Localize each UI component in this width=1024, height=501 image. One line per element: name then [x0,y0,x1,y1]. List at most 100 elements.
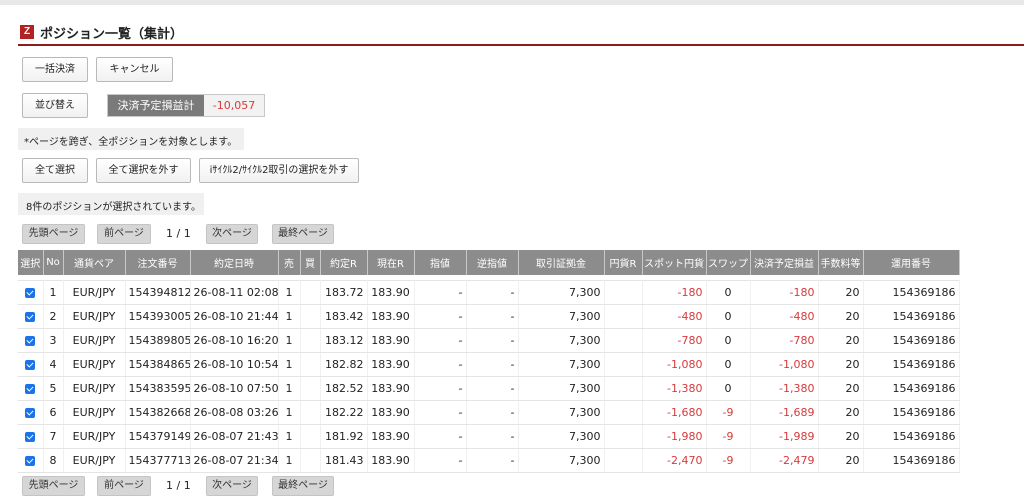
cell-pair: EUR/JPY [63,279,126,305]
header-ops-no[interactable]: 運用番号 [863,250,960,275]
header-fee[interactable]: 手数料等 [818,250,864,275]
cell-limit: - [414,327,467,353]
next-page-button[interactable]: 次ページ [206,224,258,244]
table-row[interactable]: 7 EUR/JPY 154379149 26-08-07 21:43 1 181.92 18… [18,423,960,449]
last-page-button-bottom[interactable]: 最終ページ [272,476,334,496]
table-row[interactable]: 8 EUR/JPY 154377713 26-08-07 21:34 1 181.43 18… [18,447,960,473]
table-row[interactable]: 3 EUR/JPY 154389805 26-08-10 16:20 1 183.12 18… [18,327,960,353]
cell-swap: -9 [706,399,751,425]
cell-select [18,303,44,329]
prev-page-button-bottom[interactable]: 前ページ [97,476,151,496]
cell-jpy-rate [604,447,643,473]
cell-pnl: -480 [750,303,819,329]
deselect-cycle-button[interactable]: iｻｲｸﾙ2/ｻｲｸﾙ2取引の選択を外す [199,158,359,183]
cell-datetime: 26-08-11 02:08 [190,279,279,305]
cell-rate: 181.92 [320,423,368,449]
last-page-button[interactable]: 最終ページ [272,224,334,244]
header-jpy-rate[interactable]: 円貨R [604,250,643,275]
cell-pnl: -1,689 [750,399,819,425]
table-row[interactable]: 5 EUR/JPY 154383595 26-08-10 07:50 1 182.52 18… [18,375,960,401]
sort-button[interactable]: 並び替え [22,93,88,118]
cell-limit: - [414,303,467,329]
cell-margin: 7,300 [518,423,605,449]
table-row[interactable]: 4 EUR/JPY 154384865 26-08-10 10:54 1 182.82 18… [18,351,960,377]
cell-fee: 20 [818,303,864,329]
header-spot[interactable]: スポット円貨 [642,250,707,275]
header-sell[interactable]: 売 [278,250,301,275]
cell-buy [300,351,321,377]
cell-stop: - [466,279,519,305]
row-checkbox[interactable] [25,287,36,298]
table-row[interactable]: 6 EUR/JPY 154382668 26-08-08 03:26 1 182.22 18… [18,399,960,425]
cell-spot: -2,470 [642,447,707,473]
cell-spot: -480 [642,303,707,329]
header-buy[interactable]: 買 [300,250,321,275]
select-all-button[interactable]: 全て選択 [22,158,88,183]
next-page-button-bottom[interactable]: 次ページ [206,476,258,496]
table-row[interactable]: 1 EUR/JPY 154394812 26-08-11 02:08 1 183.72 18… [18,279,960,305]
cell-select [18,399,44,425]
cell-swap: 0 [706,351,751,377]
cell-stop: - [466,327,519,353]
cell-buy [300,375,321,401]
header-rate[interactable]: 約定R [320,250,368,275]
header-select[interactable]: 選択 [18,250,44,275]
top-bar [0,0,1024,5]
header-stop[interactable]: 逆指値 [466,250,519,275]
cell-margin: 7,300 [518,351,605,377]
cell-pair: EUR/JPY [63,351,126,377]
row-checkbox[interactable] [25,455,36,466]
header-pair[interactable]: 通貨ペア [63,250,126,275]
header-swap[interactable]: スワップ [706,250,751,275]
header-pnl[interactable]: 決済予定損益 [750,250,819,275]
cell-ops-no: 154369186 [863,351,960,377]
header-limit[interactable]: 指値 [414,250,467,275]
cell-margin: 7,300 [518,327,605,353]
row-checkbox[interactable] [25,383,36,394]
table-row[interactable]: 2 EUR/JPY 154393005 26-08-10 21:44 1 183.42 18… [18,303,960,329]
row-checkbox[interactable] [25,311,36,322]
page-indicator-bottom: 1 / 1 [166,479,191,492]
first-page-button[interactable]: 先頭ページ [22,224,85,244]
row-checkbox[interactable] [25,431,36,442]
cell-jpy-rate [604,327,643,353]
row-checkbox[interactable] [25,407,36,418]
cell-no: 4 [43,351,64,377]
cancel-button[interactable]: キャンセル [96,57,173,82]
cell-datetime: 26-08-07 21:43 [190,423,279,449]
cell-jpy-rate [604,279,643,305]
cell-select [18,351,44,377]
deselect-all-button[interactable]: 全て選択を外す [96,158,191,183]
cell-no: 1 [43,279,64,305]
cell-spot: -1,980 [642,423,707,449]
header-no[interactable]: No [43,250,64,275]
cell-order-no: 154383595 [125,375,191,401]
bulk-settle-button[interactable]: 一括決済 [22,57,88,82]
header-order-no[interactable]: 注文番号 [125,250,191,275]
pnl-summary-label: 決済予定損益計 [108,95,204,116]
cell-spot: -1,380 [642,375,707,401]
cell-sell: 1 [278,375,301,401]
header-current-rate[interactable]: 現在R [367,250,415,275]
cell-pnl: -780 [750,327,819,353]
cell-stop: - [466,399,519,425]
header-datetime[interactable]: 約定日時 [190,250,279,275]
cell-ops-no: 154369186 [863,375,960,401]
row-checkbox[interactable] [25,335,36,346]
header-margin[interactable]: 取引証拠金 [518,250,605,275]
cell-datetime: 26-08-10 10:54 [190,351,279,377]
cell-margin: 7,300 [518,447,605,473]
cell-order-no: 154384865 [125,351,191,377]
cell-select [18,423,44,449]
first-page-button-bottom[interactable]: 先頭ページ [22,476,85,496]
cell-rate: 182.22 [320,399,368,425]
cell-fee: 20 [818,351,864,377]
cell-limit: - [414,375,467,401]
positions-table: 選択 No 通貨ペア 注文番号 約定日時 売 買 約定R 現在R 指値 逆指値 … [18,250,960,473]
cell-pnl: -1,380 [750,375,819,401]
cell-ops-no: 154369186 [863,303,960,329]
row-checkbox[interactable] [25,359,36,370]
page-indicator: 1 / 1 [166,227,191,240]
cell-fee: 20 [818,423,864,449]
prev-page-button[interactable]: 前ページ [97,224,151,244]
